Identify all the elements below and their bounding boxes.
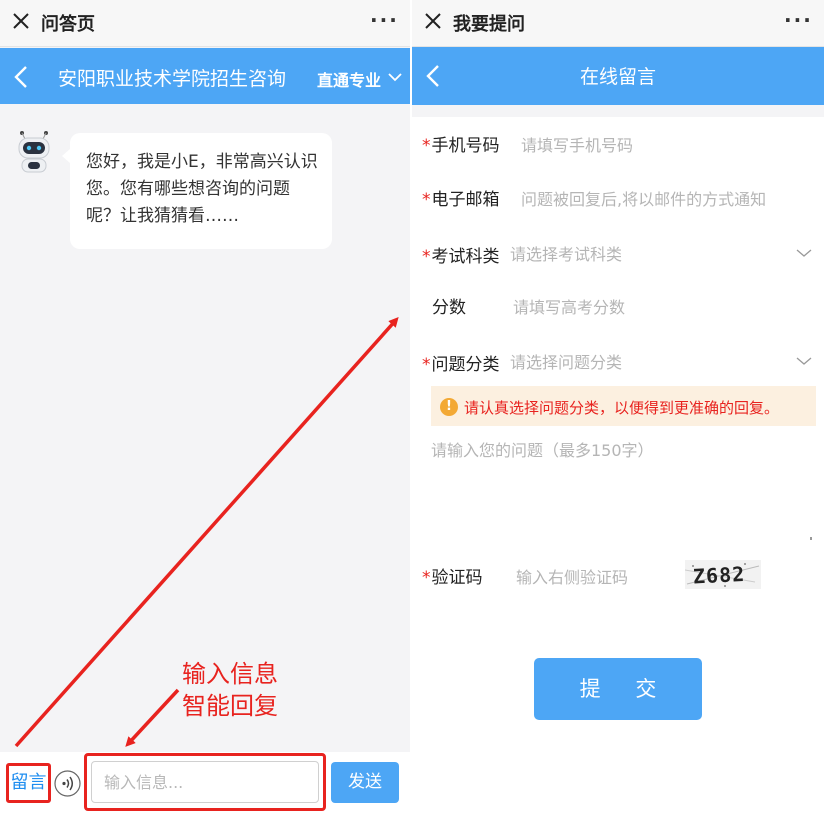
question-textarea[interactable]: 请输入您的问题（最多150字） [431, 437, 654, 461]
close-icon[interactable] [422, 10, 444, 32]
exam-type-select[interactable]: 请选择考试科类 [510, 241, 622, 265]
email-input[interactable]: 问题被回复后,将以邮件的方式通知 [521, 186, 766, 210]
back-arrow-icon[interactable] [12, 65, 30, 89]
voice-icon[interactable] [54, 770, 81, 797]
score-input[interactable]: 请填写高考分数 [513, 294, 625, 318]
textarea-resize-mark [810, 537, 812, 540]
wechat-topbar: 我要提问 ··· [412, 0, 824, 47]
robot-avatar-icon [18, 131, 50, 173]
page-title: 问答页 [41, 14, 95, 35]
annotation-line-1: 输入信息 [182, 660, 278, 688]
chevron-down-icon[interactable] [796, 356, 812, 366]
score-label: 分数 [432, 298, 466, 318]
captcha-code: Z682 [692, 562, 745, 589]
captcha-label: *验证码 [422, 568, 483, 588]
captcha-image[interactable]: Z682 [685, 560, 761, 589]
chevron-down-icon[interactable] [388, 72, 402, 82]
leave-message-button[interactable]: 留言 [6, 763, 51, 803]
chat-header: 安阳职业技术学院招生咨询 直通专业 [0, 48, 410, 104]
page-title: 我要提问 [453, 14, 525, 35]
info-icon: ! [440, 398, 458, 416]
email-label: *电子邮箱 [422, 190, 500, 210]
wechat-topbar: 问答页 ··· [0, 0, 410, 47]
more-menu-icon[interactable]: ··· [784, 8, 813, 32]
chevron-down-icon[interactable] [796, 248, 812, 258]
captcha-input[interactable]: 输入右侧验证码 [516, 564, 628, 588]
question-form-page: 我要提问 ··· 在线留言 *手机号码 请填写手机号码 *电子邮箱 问题被回复后… [412, 0, 824, 813]
exam-type-label: *考试科类 [422, 247, 500, 267]
form-title: 在线留言 [579, 66, 656, 88]
chat-title: 安阳职业技术学院招生咨询 [58, 68, 287, 90]
submit-button[interactable]: 提 交 [534, 658, 702, 720]
message-input[interactable] [91, 761, 319, 803]
bot-message-bubble: 您好，我是小E，非常高兴认识您。您有哪些想咨询的问题呢？让我猜猜看…… [62, 133, 332, 249]
category-tip: ! 请认真选择问题分类，以便得到更准确的回复。 [431, 386, 816, 426]
category-select[interactable]: 请选择问题分类 [510, 349, 622, 373]
close-icon[interactable] [10, 10, 32, 32]
annotation-text: 输入信息 智能回复 [182, 658, 278, 722]
header-spacer [412, 105, 824, 117]
form-header: 在线留言 [412, 47, 824, 105]
major-link[interactable]: 直通专业 [317, 67, 381, 91]
category-label: *问题分类 [422, 355, 500, 375]
annotation-line-2: 智能回复 [182, 692, 278, 720]
phone-input[interactable]: 请填写手机号码 [521, 132, 633, 156]
phone-label: *手机号码 [422, 136, 500, 156]
more-menu-icon[interactable]: ··· [370, 8, 399, 32]
chat-page: 问答页 ··· 安阳职业技术学院招生咨询 直通专业 您好，我是小E，非常高兴认识… [0, 0, 410, 813]
send-button[interactable]: 发送 [331, 762, 399, 803]
tip-text: 请认真选择问题分类，以便得到更准确的回复。 [464, 399, 780, 417]
